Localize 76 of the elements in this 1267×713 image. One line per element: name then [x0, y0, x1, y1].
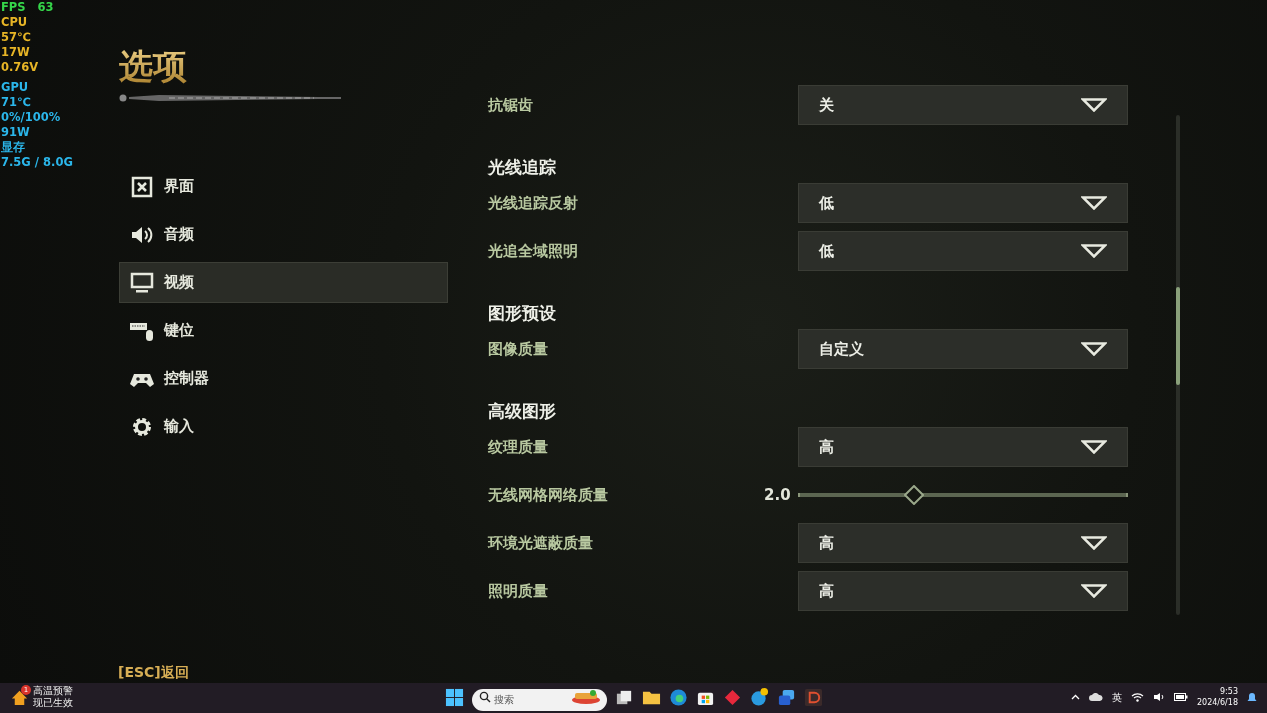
dropdown-value: 高	[819, 532, 834, 554]
dropdown-value: 低	[819, 192, 834, 214]
windows-start-icon[interactable]	[445, 687, 464, 707]
sidebar-menu-item[interactable]: 输入	[119, 406, 448, 447]
hud-stat: 71℃	[1, 95, 32, 110]
input-language-indicator[interactable]: 英	[1111, 689, 1122, 705]
sidebar-menu-item[interactable]: 控制器	[119, 358, 448, 399]
back-hint[interactable]: [ESC]返回	[118, 662, 189, 683]
slider-thumb[interactable]	[903, 485, 924, 505]
dropdown-select[interactable]: 低	[798, 231, 1128, 271]
game-app-icon[interactable]	[804, 687, 823, 707]
setting-label: 抗锯齿	[488, 94, 534, 116]
sidebar-menu-item[interactable]: 界面	[119, 166, 448, 207]
slider-reading: 2.0	[764, 484, 792, 506]
dropdown-select[interactable]: 关	[798, 85, 1128, 125]
dropdown-select[interactable]: 高	[798, 571, 1128, 611]
hud-stat: 57℃	[1, 30, 32, 45]
hud-stat: 0%/100%	[1, 110, 62, 125]
setting-label: 图像质量	[488, 338, 549, 360]
settings-icon	[130, 415, 154, 438]
dropdown-caret-icon	[1081, 244, 1107, 258]
scrollbar-thumb[interactable]	[1176, 287, 1180, 385]
hud-stat: CPU	[1, 15, 29, 30]
dropdown-caret-icon	[1081, 584, 1107, 598]
search-field[interactable]: 搜索	[472, 688, 607, 711]
squares-app-icon[interactable]	[777, 687, 796, 707]
close-box-icon	[130, 175, 154, 198]
hud-stat: 7.5G / 8.0G	[1, 155, 73, 170]
dropdown-select[interactable]: 高	[798, 427, 1128, 467]
hud-stat: 91W	[1, 125, 31, 140]
diamond-app-icon[interactable]	[723, 687, 742, 707]
battery-icon[interactable]	[1173, 693, 1188, 701]
sidebar-menu-item[interactable]: 键位	[119, 310, 448, 351]
clock[interactable]: 9:53 2024/6/18	[1196, 686, 1238, 708]
hud-stat: GPU	[1, 80, 30, 95]
setting-label: 无线网格网络质量	[488, 484, 609, 506]
section-heading: 高级图形	[488, 400, 557, 423]
search-icon	[479, 691, 491, 703]
bell-icon[interactable]	[1247, 691, 1257, 703]
chevron-up-icon[interactable]	[1070, 694, 1080, 700]
section-heading: 图形预设	[488, 302, 557, 325]
dropdown-select[interactable]: 高	[798, 523, 1128, 563]
setting-label: 纹理质量	[488, 436, 549, 458]
weather-alert-title[interactable]: 高温预警	[33, 685, 73, 697]
hud-stat: 0.76V	[1, 60, 40, 75]
hud-stat: 显存	[1, 140, 26, 155]
dropdown-value: 高	[819, 580, 834, 602]
dropdown-value: 自定义	[819, 338, 864, 360]
monitor-icon	[130, 271, 154, 294]
hud-stat: FPS 63	[1, 0, 55, 15]
setting-label: 光线追踪反射	[488, 192, 579, 214]
dropdown-select[interactable]: 低	[798, 183, 1128, 223]
hud-stat: 17W	[1, 45, 31, 60]
dropdown-caret-icon	[1081, 440, 1107, 454]
sidebar-menu-item[interactable]: 视频	[119, 262, 448, 303]
dropdown-caret-icon	[1081, 98, 1107, 112]
dropdown-value: 关	[819, 94, 834, 116]
section-heading: 光线追踪	[488, 156, 557, 179]
sidebar-menu-item[interactable]: 音频	[119, 214, 448, 255]
dropdown-caret-icon	[1081, 536, 1107, 550]
setting-label: 环境光遮蔽质量	[488, 532, 594, 554]
setting-label: 照明质量	[488, 580, 549, 602]
globe-app-icon[interactable]	[750, 687, 769, 707]
dropdown-value: 低	[819, 240, 834, 262]
dropdown-select[interactable]: 自定义	[798, 329, 1128, 369]
weather-alert-status[interactable]: 现已生效	[33, 697, 73, 709]
browser-icon[interactable]	[669, 687, 688, 707]
dropdown-caret-icon	[1081, 342, 1107, 356]
slider-track[interactable]	[798, 493, 1128, 497]
cloud-icon[interactable]	[1088, 692, 1103, 702]
wifi-icon[interactable]	[1130, 692, 1144, 702]
dropdown-value: 高	[819, 436, 834, 458]
volume-icon[interactable]	[1152, 692, 1165, 702]
setting-label: 光追全域照明	[488, 240, 579, 262]
dropdown-caret-icon	[1081, 196, 1107, 210]
food-illustration-icon	[571, 690, 601, 704]
